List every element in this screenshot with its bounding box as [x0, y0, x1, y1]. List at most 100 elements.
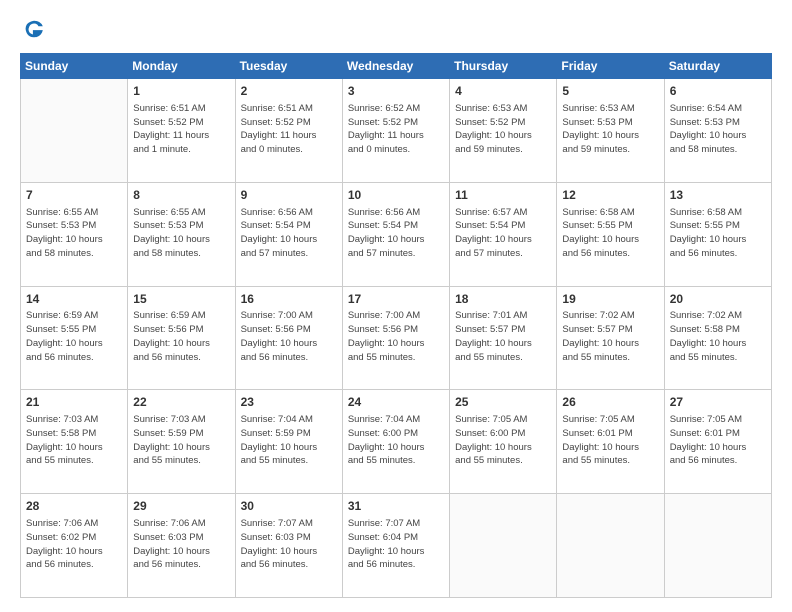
calendar-cell: 31 Sunrise: 7:07 AM Sunset: 6:04 PM Dayli… — [342, 494, 449, 598]
day-info: Sunrise: 6:52 AM Sunset: 5:52 PM Dayligh… — [348, 102, 444, 157]
calendar-cell: 26 Sunrise: 7:05 AM Sunset: 6:01 PM Dayli… — [557, 390, 664, 494]
logo — [20, 18, 45, 45]
day-info: Sunrise: 7:02 AM Sunset: 5:57 PM Dayligh… — [562, 309, 658, 364]
calendar-cell: 14Sunrise: 6:59 AM Sunset: 5:55 PM Dayli… — [21, 286, 128, 390]
day-info: Sunrise: 6:57 AM Sunset: 5:54 PM Dayligh… — [455, 206, 551, 261]
day-number: 18 — [455, 291, 551, 308]
day-info: Sunrise: 6:55 AM Sunset: 5:53 PM Dayligh… — [26, 206, 122, 261]
day-number: 6 — [670, 83, 766, 100]
calendar-cell: 3 Sunrise: 6:52 AM Sunset: 5:52 PM Daylig… — [342, 79, 449, 183]
calendar-cell: 23 Sunrise: 7:04 AM Sunset: 5:59 PM Dayli… — [235, 390, 342, 494]
week-row-4: 21 Sunrise: 7:03 AM Sunset: 5:58 PM Dayli… — [21, 390, 772, 494]
day-number: 21 — [26, 394, 122, 411]
day-number: 26 — [562, 394, 658, 411]
logo-icon — [23, 18, 45, 40]
day-info: Sunrise: 7:07 AM Sunset: 6:03 PM Dayligh… — [241, 517, 337, 572]
day-number: 13 — [670, 187, 766, 204]
day-info: Sunrise: 7:00 AM Sunset: 5:56 PM Dayligh… — [241, 309, 337, 364]
day-number: 4 — [455, 83, 551, 100]
day-number: 3 — [348, 83, 444, 100]
day-info: Sunrise: 6:51 AM Sunset: 5:52 PM Dayligh… — [133, 102, 229, 157]
week-row-2: 7 Sunrise: 6:55 AM Sunset: 5:53 PM Daylig… — [21, 182, 772, 286]
calendar-cell: 5 Sunrise: 6:53 AM Sunset: 5:53 PM Daylig… — [557, 79, 664, 183]
calendar-cell: 9 Sunrise: 6:56 AM Sunset: 5:54 PM Daylig… — [235, 182, 342, 286]
day-info: Sunrise: 7:03 AM Sunset: 5:59 PM Dayligh… — [133, 413, 229, 468]
weekday-header-sunday: Sunday — [21, 54, 128, 79]
calendar-cell: 17Sunrise: 7:00 AM Sunset: 5:56 PM Dayli… — [342, 286, 449, 390]
day-number: 24 — [348, 394, 444, 411]
calendar-cell — [664, 494, 771, 598]
calendar-cell: 12 Sunrise: 6:58 AM Sunset: 5:55 PM Dayli… — [557, 182, 664, 286]
calendar-cell: 7 Sunrise: 6:55 AM Sunset: 5:53 PM Daylig… — [21, 182, 128, 286]
calendar-cell: 4 Sunrise: 6:53 AM Sunset: 5:52 PM Daylig… — [450, 79, 557, 183]
day-info: Sunrise: 6:53 AM Sunset: 5:53 PM Dayligh… — [562, 102, 658, 157]
day-number: 28 — [26, 498, 122, 515]
day-number: 9 — [241, 187, 337, 204]
day-info: Sunrise: 7:04 AM Sunset: 5:59 PM Dayligh… — [241, 413, 337, 468]
day-number: 20 — [670, 291, 766, 308]
day-info: Sunrise: 6:59 AM Sunset: 5:55 PM Dayligh… — [26, 309, 122, 364]
day-info: Sunrise: 6:53 AM Sunset: 5:52 PM Dayligh… — [455, 102, 551, 157]
day-info: Sunrise: 7:05 AM Sunset: 6:01 PM Dayligh… — [670, 413, 766, 468]
calendar-cell — [557, 494, 664, 598]
calendar-table: SundayMondayTuesdayWednesdayThursdayFrid… — [20, 53, 772, 598]
calendar-cell: 10 Sunrise: 6:56 AM Sunset: 5:54 PM Dayli… — [342, 182, 449, 286]
calendar-cell: 16Sunrise: 7:00 AM Sunset: 5:56 PM Dayli… — [235, 286, 342, 390]
calendar-cell: 2 Sunrise: 6:51 AM Sunset: 5:52 PM Daylig… — [235, 79, 342, 183]
day-info: Sunrise: 6:58 AM Sunset: 5:55 PM Dayligh… — [562, 206, 658, 261]
day-info: Sunrise: 7:02 AM Sunset: 5:58 PM Dayligh… — [670, 309, 766, 364]
day-number: 5 — [562, 83, 658, 100]
day-info: Sunrise: 6:58 AM Sunset: 5:55 PM Dayligh… — [670, 206, 766, 261]
day-number: 25 — [455, 394, 551, 411]
day-info: Sunrise: 7:06 AM Sunset: 6:03 PM Dayligh… — [133, 517, 229, 572]
weekday-header-thursday: Thursday — [450, 54, 557, 79]
day-number: 29 — [133, 498, 229, 515]
day-number: 11 — [455, 187, 551, 204]
day-number: 30 — [241, 498, 337, 515]
day-info: Sunrise: 6:59 AM Sunset: 5:56 PM Dayligh… — [133, 309, 229, 364]
calendar-cell: 13 Sunrise: 6:58 AM Sunset: 5:55 PM Dayli… — [664, 182, 771, 286]
calendar-cell: 21 Sunrise: 7:03 AM Sunset: 5:58 PM Dayli… — [21, 390, 128, 494]
calendar-page: SundayMondayTuesdayWednesdayThursdayFrid… — [0, 0, 792, 612]
day-number: 12 — [562, 187, 658, 204]
day-number: 7 — [26, 187, 122, 204]
day-info: Sunrise: 7:03 AM Sunset: 5:58 PM Dayligh… — [26, 413, 122, 468]
day-info: Sunrise: 6:51 AM Sunset: 5:52 PM Dayligh… — [241, 102, 337, 157]
day-info: Sunrise: 7:05 AM Sunset: 6:01 PM Dayligh… — [562, 413, 658, 468]
calendar-cell: 22 Sunrise: 7:03 AM Sunset: 5:59 PM Dayli… — [128, 390, 235, 494]
calendar-cell: 27 Sunrise: 7:05 AM Sunset: 6:01 PM Dayli… — [664, 390, 771, 494]
day-info: Sunrise: 6:56 AM Sunset: 5:54 PM Dayligh… — [241, 206, 337, 261]
calendar-cell: 30 Sunrise: 7:07 AM Sunset: 6:03 PM Dayli… — [235, 494, 342, 598]
calendar-cell: 8Sunrise: 6:55 AM Sunset: 5:53 PM Daylig… — [128, 182, 235, 286]
day-info: Sunrise: 6:54 AM Sunset: 5:53 PM Dayligh… — [670, 102, 766, 157]
day-number: 10 — [348, 187, 444, 204]
calendar-cell: 11 Sunrise: 6:57 AM Sunset: 5:54 PM Dayli… — [450, 182, 557, 286]
header — [20, 18, 772, 45]
weekday-header-saturday: Saturday — [664, 54, 771, 79]
day-info: Sunrise: 6:55 AM Sunset: 5:53 PM Dayligh… — [133, 206, 229, 261]
day-info: Sunrise: 7:04 AM Sunset: 6:00 PM Dayligh… — [348, 413, 444, 468]
day-info: Sunrise: 7:00 AM Sunset: 5:56 PM Dayligh… — [348, 309, 444, 364]
calendar-cell: 15Sunrise: 6:59 AM Sunset: 5:56 PM Dayli… — [128, 286, 235, 390]
weekday-header-friday: Friday — [557, 54, 664, 79]
day-number: 23 — [241, 394, 337, 411]
day-number: 19 — [562, 291, 658, 308]
day-info: Sunrise: 6:56 AM Sunset: 5:54 PM Dayligh… — [348, 206, 444, 261]
day-info: Sunrise: 7:05 AM Sunset: 6:00 PM Dayligh… — [455, 413, 551, 468]
day-info: Sunrise: 7:06 AM Sunset: 6:02 PM Dayligh… — [26, 517, 122, 572]
calendar-cell — [21, 79, 128, 183]
calendar-cell: 28 Sunrise: 7:06 AM Sunset: 6:02 PM Dayli… — [21, 494, 128, 598]
day-info: Sunrise: 7:01 AM Sunset: 5:57 PM Dayligh… — [455, 309, 551, 364]
calendar-cell: 29 Sunrise: 7:06 AM Sunset: 6:03 PM Dayli… — [128, 494, 235, 598]
calendar-cell: 18Sunrise: 7:01 AM Sunset: 5:57 PM Dayli… — [450, 286, 557, 390]
day-number: 27 — [670, 394, 766, 411]
day-number: 22 — [133, 394, 229, 411]
calendar-cell: 25 Sunrise: 7:05 AM Sunset: 6:00 PM Dayli… — [450, 390, 557, 494]
weekday-header-tuesday: Tuesday — [235, 54, 342, 79]
calendar-cell: 20Sunrise: 7:02 AM Sunset: 5:58 PM Dayli… — [664, 286, 771, 390]
calendar-cell: 24 Sunrise: 7:04 AM Sunset: 6:00 PM Dayli… — [342, 390, 449, 494]
day-info: Sunrise: 7:07 AM Sunset: 6:04 PM Dayligh… — [348, 517, 444, 572]
weekday-header-monday: Monday — [128, 54, 235, 79]
day-number: 2 — [241, 83, 337, 100]
day-number: 31 — [348, 498, 444, 515]
